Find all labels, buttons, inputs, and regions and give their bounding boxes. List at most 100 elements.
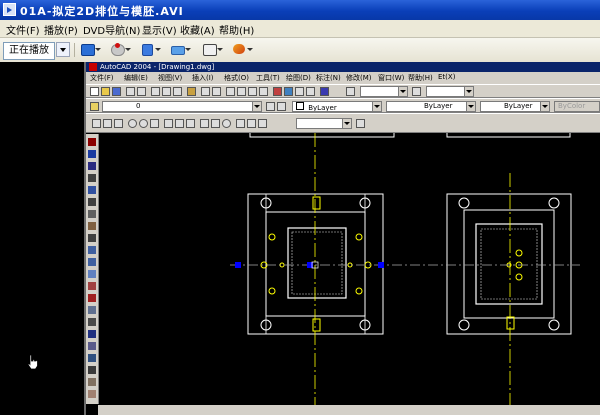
sync-button[interactable] xyxy=(168,41,191,58)
print-icon[interactable] xyxy=(126,87,135,96)
text-style-icon[interactable] xyxy=(346,87,355,96)
ordinate-dim-icon[interactable] xyxy=(114,119,123,128)
center-mark-icon[interactable] xyxy=(222,119,231,128)
layer-previous-icon[interactable] xyxy=(277,102,286,111)
copy-icon[interactable] xyxy=(162,87,171,96)
match-prop-icon[interactable] xyxy=(187,87,196,96)
new-icon[interactable] xyxy=(90,87,99,96)
insert-icon[interactable] xyxy=(88,390,96,398)
cad-menu-dim[interactable]: 标注(N) xyxy=(316,73,341,83)
leader-icon[interactable] xyxy=(200,119,209,128)
lineweight-combo[interactable]: ByLayer xyxy=(480,101,550,112)
preview-icon[interactable] xyxy=(137,87,146,96)
dim-style-combo[interactable] xyxy=(426,86,474,97)
offset-icon[interactable] xyxy=(88,174,96,182)
cad-menu-window[interactable]: 窗口(W) xyxy=(378,73,404,83)
diameter-dim-icon[interactable] xyxy=(139,119,148,128)
open-icon[interactable] xyxy=(101,87,110,96)
extend-icon[interactable] xyxy=(88,258,96,266)
chamfer-icon[interactable] xyxy=(88,282,96,290)
cad-menu-help[interactable]: 帮助(H) xyxy=(408,73,433,83)
design-center-icon[interactable] xyxy=(284,87,293,96)
menu-dvd-nav[interactable]: DVD导航(N) xyxy=(83,22,140,37)
cad-menu-file[interactable]: 文件(F) xyxy=(90,73,114,83)
burn-button[interactable] xyxy=(138,41,161,58)
layer-manager-icon[interactable] xyxy=(90,102,99,111)
region-icon[interactable] xyxy=(88,342,96,350)
quick-dim-icon[interactable] xyxy=(164,119,173,128)
properties-icon[interactable] xyxy=(273,87,282,96)
cad-menu-draw[interactable]: 绘图(D) xyxy=(286,73,311,83)
aligned-dim-icon[interactable] xyxy=(103,119,112,128)
layer-combo[interactable]: 0 xyxy=(102,101,262,112)
zoom-window-icon[interactable] xyxy=(248,87,257,96)
fillet-icon[interactable] xyxy=(88,294,96,302)
zoom-realtime-icon[interactable] xyxy=(237,87,246,96)
menu-file[interactable]: 文件(F) xyxy=(6,22,40,37)
dim-style-dialog-icon[interactable] xyxy=(356,119,365,128)
dim-update-icon[interactable] xyxy=(258,119,267,128)
menu-view[interactable]: 显示(V) xyxy=(142,22,177,37)
undo-icon[interactable] xyxy=(201,87,210,96)
cad-menu-view[interactable]: 视图(V) xyxy=(158,73,182,83)
baseline-dim-icon[interactable] xyxy=(175,119,184,128)
scale-icon[interactable] xyxy=(88,222,96,230)
join-icon[interactable] xyxy=(88,318,96,326)
dim-edit-icon[interactable] xyxy=(236,119,245,128)
paste-icon[interactable] xyxy=(173,87,182,96)
mirror-icon[interactable] xyxy=(88,162,96,170)
cad-horizontal-scrollbar[interactable] xyxy=(98,405,600,415)
grip-left[interactable] xyxy=(235,262,241,268)
menu-help[interactable]: 帮助(H) xyxy=(219,22,254,37)
text-style-combo[interactable] xyxy=(360,86,408,97)
linetype-combo[interactable]: ByLayer xyxy=(386,101,476,112)
make-current-icon[interactable] xyxy=(266,102,275,111)
cad-menu-et[interactable]: Et(X) xyxy=(438,73,455,81)
hatch-icon[interactable] xyxy=(88,330,96,338)
cad-menu-tools[interactable]: 工具(T) xyxy=(256,73,280,83)
now-playing-dropdown-button[interactable] xyxy=(56,42,70,57)
continue-dim-icon[interactable] xyxy=(186,119,195,128)
dim-style-control-combo[interactable] xyxy=(296,118,352,129)
drawing-canvas[interactable] xyxy=(100,133,600,405)
grip-right[interactable] xyxy=(378,262,384,268)
menu-play[interactable]: 播放(P) xyxy=(44,22,78,37)
tool-palette-icon[interactable] xyxy=(295,87,304,96)
trim-icon[interactable] xyxy=(88,246,96,254)
break-icon[interactable] xyxy=(88,270,96,278)
copy-object-icon[interactable] xyxy=(88,150,96,158)
array-icon[interactable] xyxy=(88,186,96,194)
help-icon[interactable] xyxy=(320,87,329,96)
now-playing-tab[interactable]: 正在播放 xyxy=(3,42,55,60)
guide-button[interactable] xyxy=(200,41,223,58)
explode-icon[interactable] xyxy=(88,306,96,314)
radius-dim-icon[interactable] xyxy=(128,119,137,128)
cad-menu-insert[interactable]: 插入(I) xyxy=(192,73,214,83)
library-button[interactable] xyxy=(78,41,101,58)
rotate-icon[interactable] xyxy=(88,210,96,218)
rip-button[interactable] xyxy=(108,41,131,58)
color-combo[interactable]: ByLayer xyxy=(292,101,382,112)
cut-icon[interactable] xyxy=(151,87,160,96)
skin-button[interactable] xyxy=(230,41,253,58)
dim-style-icon[interactable] xyxy=(412,87,421,96)
cad-menu-modify[interactable]: 修改(M) xyxy=(346,73,372,83)
pan-icon[interactable] xyxy=(226,87,235,96)
table-icon[interactable] xyxy=(88,354,96,362)
save-icon[interactable] xyxy=(112,87,121,96)
tolerance-icon[interactable] xyxy=(211,119,220,128)
mtext-icon[interactable] xyxy=(88,366,96,374)
dim-text-edit-icon[interactable] xyxy=(247,119,256,128)
cad-menu-edit[interactable]: 编辑(E) xyxy=(124,73,148,83)
move-icon[interactable] xyxy=(88,198,96,206)
block-icon[interactable] xyxy=(88,378,96,386)
cad-menu-format[interactable]: 格式(O) xyxy=(224,73,249,83)
linear-dim-icon[interactable] xyxy=(92,119,101,128)
angular-dim-icon[interactable] xyxy=(150,119,159,128)
dbconnect-icon[interactable] xyxy=(306,87,315,96)
redo-icon[interactable] xyxy=(212,87,221,96)
menu-favorites[interactable]: 收藏(A) xyxy=(180,22,215,37)
zoom-previous-icon[interactable] xyxy=(259,87,268,96)
erase-icon[interactable] xyxy=(88,138,96,146)
stretch-icon[interactable] xyxy=(88,234,96,242)
